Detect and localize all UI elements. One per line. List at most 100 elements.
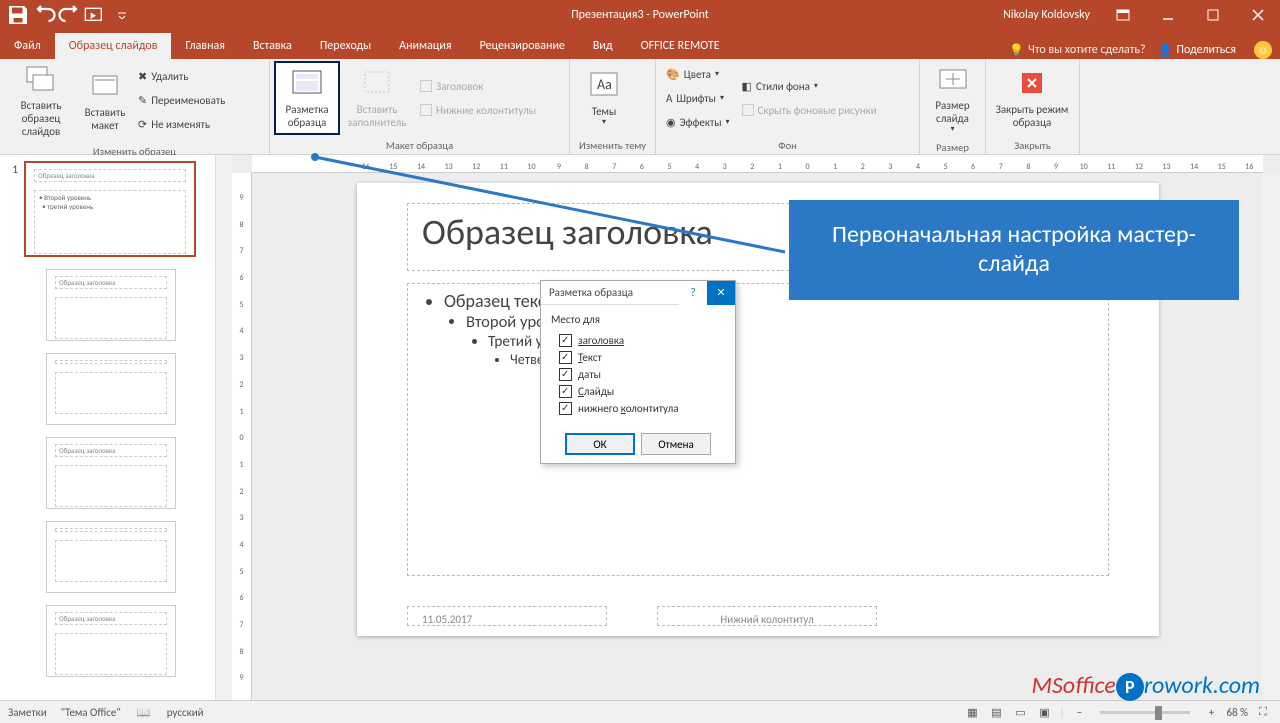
layout-thumbnail[interactable]: Образец заголовка	[46, 605, 176, 677]
redo-icon[interactable]	[58, 3, 82, 27]
dialog-close-button[interactable]: ✕	[707, 281, 735, 305]
title-bar: Презентация3 - PowerPoint Nikolay Koldov…	[0, 0, 1280, 29]
slide-size-button[interactable]: Размер слайда▾	[924, 61, 981, 137]
slideshow-view-icon[interactable]: ▣	[1035, 703, 1053, 721]
rename-button[interactable]: ✎Переименовать	[134, 90, 229, 112]
tab-slide-master[interactable]: Образец слайдов	[55, 33, 172, 59]
status-notes[interactable]: Заметки	[8, 706, 47, 719]
window-title: Презентация3 - PowerPoint	[571, 8, 709, 22]
normal-view-icon[interactable]: ▦	[963, 703, 981, 721]
effects-icon: ◉	[666, 116, 676, 129]
close-button[interactable]	[1235, 0, 1280, 29]
reading-view-icon[interactable]: ▭	[1011, 703, 1029, 721]
svg-text:Aa: Aa	[597, 76, 612, 93]
thumbnails-scrollbar[interactable]	[215, 155, 232, 700]
thumbnail-number: 1	[6, 161, 18, 257]
lightbulb-icon: 💡	[1009, 43, 1024, 58]
group-label-edit-theme: Изменить тему	[570, 137, 655, 154]
thumbnails-panel: 1 Образец заголовка • Второй уровень • т…	[0, 155, 232, 700]
delete-icon: ✖	[138, 70, 147, 83]
slide-master-icon	[25, 63, 57, 95]
start-from-beginning-icon[interactable]	[84, 3, 108, 27]
user-name[interactable]: Nikolay Koldovsky	[993, 8, 1100, 22]
fit-to-window-icon[interactable]: ⛶	[1254, 703, 1272, 721]
preserve-button[interactable]: ⟳Не изменять	[134, 114, 229, 136]
share-button[interactable]: 👤 Поделиться	[1158, 43, 1236, 58]
vertical-scrollbar[interactable]	[1263, 173, 1280, 700]
layout-thumbnail[interactable]	[46, 353, 176, 425]
dialog-group-label: Место для	[551, 313, 725, 326]
checkbox-date[interactable]: даты	[551, 366, 725, 383]
ribbon-options-icon[interactable]	[1100, 0, 1145, 29]
master-thumbnail[interactable]: Образец заголовка • Второй уровень • тре…	[24, 161, 196, 257]
themes-button[interactable]: Aa Темы ▾	[574, 61, 634, 135]
insert-layout-button[interactable]: Вставить макет	[78, 61, 132, 141]
zoom-level[interactable]: 68 %	[1226, 706, 1248, 719]
tell-me-search[interactable]: 💡 Что вы хотите сделать?	[1009, 43, 1145, 58]
title-checkbox: Заголовок	[416, 75, 540, 97]
layout-thumbnail[interactable]: Образец заголовка	[46, 269, 176, 341]
ribbon-tabs: Файл Образец слайдов Главная Вставка Пер…	[0, 29, 1280, 59]
tab-review[interactable]: Рецензирование	[466, 33, 579, 59]
fonts-icon: A	[666, 92, 672, 105]
ok-button[interactable]: ОК	[565, 433, 635, 455]
vertical-ruler[interactable]: 9876543210123456789	[232, 173, 252, 700]
bg-styles-icon: ◧	[742, 80, 752, 93]
placeholder-icon	[361, 67, 393, 99]
effects-button[interactable]: ◉Эффекты▾	[662, 111, 734, 133]
tab-file[interactable]: Файл	[0, 33, 55, 59]
group-label-master-layout: Макет образца	[270, 137, 569, 154]
horizontal-ruler[interactable]: 1615141312111098765432101234567891011121…	[252, 155, 1263, 173]
date-placeholder[interactable]: 11.05.2017	[407, 606, 607, 626]
tab-animations[interactable]: Анимация	[385, 33, 465, 59]
checkbox-footer[interactable]: нижнего колонтитула	[551, 400, 725, 417]
preserve-icon: ⟳	[138, 118, 147, 131]
zoom-slider[interactable]	[1100, 711, 1190, 714]
background-styles-button[interactable]: ◧Стили фона▾	[738, 75, 881, 97]
close-master-view-button[interactable]: Закрыть режим образца	[990, 61, 1074, 135]
fonts-button[interactable]: AШрифты▾	[662, 87, 734, 109]
footers-checkbox: Нижние колонтитулы	[416, 99, 540, 121]
close-master-icon	[1016, 67, 1048, 99]
checkbox-slides[interactable]: Слайды	[551, 383, 725, 400]
watermark: MSofficeProwork.com	[1031, 671, 1260, 701]
layout-thumbnail[interactable]	[46, 521, 176, 593]
group-label-background: Фон	[656, 137, 919, 154]
maximize-button[interactable]	[1190, 0, 1235, 29]
sorter-view-icon[interactable]: ▤	[987, 703, 1005, 721]
layout-thumbnail[interactable]: Образец заголовка	[46, 437, 176, 509]
quick-access-toolbar	[0, 3, 134, 27]
master-layout-button[interactable]: Разметка образца	[274, 61, 340, 135]
tab-view[interactable]: Вид	[579, 33, 627, 59]
group-label-size: Размер	[920, 139, 985, 156]
tab-office-remote[interactable]: OFFICE REMOTE	[627, 33, 734, 59]
colors-button[interactable]: 🎨Цвета▾	[662, 63, 734, 85]
status-theme[interactable]: "Тема Office"	[61, 706, 121, 719]
layout-icon	[89, 70, 121, 102]
checkbox-title[interactable]: заголовка	[551, 332, 725, 349]
save-icon[interactable]	[6, 3, 30, 27]
delete-button[interactable]: ✖Удалить	[134, 66, 229, 88]
status-bar: Заметки "Тема Office" 📖 русский ▦ ▤ ▭ ▣ …	[0, 700, 1280, 723]
cancel-button[interactable]: Отмена	[641, 433, 711, 455]
status-language[interactable]: русский	[167, 706, 204, 719]
tab-insert[interactable]: Вставка	[239, 33, 306, 59]
insert-slide-master-button[interactable]: Вставить образец слайдов	[4, 61, 78, 141]
dialog-title-bar[interactable]: Разметка образца ? ✕	[541, 281, 735, 305]
tab-home[interactable]: Главная	[171, 33, 238, 59]
content-placeholder[interactable]: Образец текста Второй уровень Третий уро…	[407, 283, 1109, 576]
qat-customize-icon[interactable]	[110, 3, 134, 27]
callout-annotation: Первоначальная настройка мастер-слайда	[789, 200, 1239, 300]
ribbon: Вставить образец слайдов Вставить макет …	[0, 59, 1280, 155]
spellcheck-icon[interactable]: 📖	[135, 703, 153, 721]
minimize-button[interactable]	[1145, 0, 1190, 29]
footer-placeholder[interactable]: Нижний колонтитул	[657, 606, 877, 626]
themes-icon: Aa	[588, 69, 620, 101]
zoom-out-button[interactable]: −	[1070, 703, 1088, 721]
tab-transitions[interactable]: Переходы	[306, 33, 385, 59]
checkbox-text[interactable]: Текст	[551, 349, 725, 366]
dialog-help-button[interactable]: ?	[679, 281, 707, 305]
zoom-in-button[interactable]: +	[1202, 703, 1220, 721]
feedback-icon[interactable]: ☺	[1254, 41, 1272, 59]
undo-icon[interactable]	[32, 3, 56, 27]
